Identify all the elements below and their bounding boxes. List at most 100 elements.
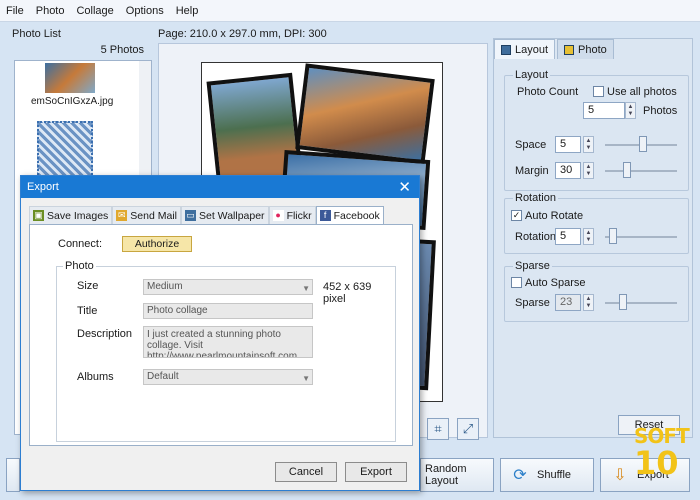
mail-icon: ✉ bbox=[116, 210, 128, 221]
cancel-button[interactable]: Cancel bbox=[275, 462, 337, 482]
title-label: Title bbox=[77, 305, 98, 317]
tab-layout[interactable]: Layout bbox=[494, 39, 556, 59]
use-all-checkbox[interactable] bbox=[593, 86, 604, 97]
export-dialog: Export ✕ ▣ Save Images ✉ Send Mail ▭ Set Wa… bbox=[20, 175, 420, 491]
auto-rotate-label: Auto Rotate bbox=[525, 210, 584, 222]
use-all-label: Use all photos bbox=[607, 86, 677, 98]
space-label: Space bbox=[515, 139, 547, 151]
menu-file[interactable]: File bbox=[6, 5, 24, 17]
photo-count-label: Photo Count bbox=[517, 86, 579, 98]
size-pixels: 452 x 639 pixel bbox=[323, 281, 372, 305]
tab-save-images[interactable]: ▣ Save Images bbox=[29, 206, 113, 224]
tab-label: Save Images bbox=[47, 209, 109, 222]
crop-icon[interactable]: ⌗ bbox=[427, 418, 449, 440]
photo-thumbnail-selected[interactable] bbox=[37, 121, 93, 179]
fit-icon[interactable]: ⤢ bbox=[457, 418, 479, 440]
facebook-panel: Connect: Authorize Photo Size Medium ▼ 4… bbox=[29, 224, 413, 446]
group-title: Photo bbox=[63, 260, 96, 272]
shuffle-button[interactable]: ⟳ Shuffle bbox=[500, 458, 594, 492]
photo-thumbnail[interactable] bbox=[45, 63, 95, 93]
page-info: Page: 210.0 x 297.0 mm, DPI: 300 bbox=[158, 28, 327, 40]
random-layout-label: Random Layout bbox=[425, 463, 467, 487]
margin-label: Margin bbox=[515, 165, 549, 177]
shuffle-icon: ⟳ bbox=[513, 467, 527, 484]
tab-label: Set Wallpaper bbox=[199, 209, 265, 222]
menu-options[interactable]: Options bbox=[126, 5, 164, 17]
sparse-input[interactable]: 23 bbox=[555, 294, 581, 311]
albums-value: Default bbox=[147, 371, 179, 382]
layout-icon bbox=[501, 44, 511, 55]
rotation-group: Rotation ✓ Auto Rotate Rotation 5 ▲ ▼ bbox=[504, 192, 689, 254]
group-title: Rotation bbox=[513, 192, 558, 204]
albums-select[interactable]: Default ▼ bbox=[143, 369, 313, 385]
margin-slider[interactable] bbox=[605, 170, 677, 172]
tab-label: Send Mail bbox=[130, 209, 177, 222]
auto-sparse-label: Auto Sparse bbox=[525, 277, 586, 289]
size-value: Medium bbox=[147, 281, 183, 292]
title-input[interactable]: Photo collage bbox=[143, 303, 313, 319]
size-select[interactable]: Medium ▼ bbox=[143, 279, 313, 295]
photo-icon bbox=[564, 44, 575, 55]
margin-slider-thumb[interactable] bbox=[623, 162, 631, 178]
sparse-slider-thumb[interactable] bbox=[619, 294, 627, 310]
flickr-icon: ● bbox=[272, 210, 284, 221]
photo-list-title: Photo List bbox=[12, 28, 61, 40]
photo-options-group: Photo Size Medium ▼ 452 x 639 pixel Titl… bbox=[56, 260, 396, 442]
rotation-input[interactable]: 5 bbox=[555, 228, 581, 245]
description-textarea[interactable]: I just created a stunning photo collage.… bbox=[143, 326, 313, 358]
menu-photo[interactable]: Photo bbox=[36, 5, 65, 17]
tab-label: Flickr bbox=[286, 209, 312, 222]
tab-set-wallpaper[interactable]: ▭ Set Wallpaper bbox=[181, 206, 269, 224]
authorize-button[interactable]: Authorize bbox=[122, 236, 192, 252]
hidden-toolbar-button[interactable] bbox=[6, 458, 20, 492]
tab-label: Photo bbox=[578, 43, 607, 56]
rotation-slider-thumb[interactable] bbox=[609, 228, 617, 244]
photo-count-input[interactable]: 5 bbox=[583, 102, 625, 119]
photo-count-spinner[interactable]: ▲ ▼ bbox=[625, 102, 636, 119]
margin-input[interactable]: 30 bbox=[555, 162, 581, 179]
tab-label: Facebook bbox=[333, 209, 380, 222]
photo-count: 5 Photos bbox=[100, 44, 144, 56]
tab-flickr[interactable]: ● Flickr bbox=[268, 206, 316, 224]
description-label: Description bbox=[77, 328, 133, 340]
dialog-titlebar[interactable]: Export ✕ bbox=[21, 176, 419, 198]
margin-spinner[interactable]: ▲ ▼ bbox=[583, 162, 594, 179]
save-images-icon: ▣ bbox=[33, 210, 44, 221]
albums-label: Albums bbox=[77, 371, 114, 383]
space-spinner[interactable]: ▲ ▼ bbox=[583, 136, 594, 153]
group-title: Sparse bbox=[513, 260, 552, 272]
space-slider-thumb[interactable] bbox=[639, 136, 647, 152]
export-icon: ⇩ bbox=[613, 467, 627, 484]
chevron-down-icon: ▼ bbox=[302, 374, 310, 383]
rotation-label: Rotation bbox=[515, 231, 556, 243]
tab-send-mail[interactable]: ✉ Send Mail bbox=[112, 206, 181, 224]
soft10-watermark: SOFT 10 bbox=[634, 424, 694, 490]
rotation-spinner[interactable]: ▲ ▼ bbox=[583, 228, 594, 245]
collage-photo[interactable] bbox=[295, 63, 435, 165]
sparse-group: Sparse Auto Sparse Sparse 23 ▲ ▼ bbox=[504, 260, 689, 322]
auto-sparse-checkbox[interactable] bbox=[511, 277, 522, 288]
settings-tabs: Layout Photo bbox=[494, 39, 616, 59]
photos-suffix: Photos bbox=[643, 105, 678, 117]
sparse-spinner[interactable]: ▲ ▼ bbox=[583, 294, 594, 311]
tab-facebook[interactable]: f Facebook bbox=[315, 206, 384, 224]
auto-rotate-checkbox[interactable]: ✓ bbox=[511, 210, 522, 221]
settings-panel: Layout Photo Layout Photo Count Use all … bbox=[493, 38, 693, 438]
connect-label: Connect: bbox=[58, 238, 103, 250]
dialog-title: Export bbox=[27, 181, 59, 193]
group-title: Layout bbox=[513, 69, 551, 81]
dialog-export-button[interactable]: Export bbox=[345, 462, 407, 482]
random-layout-button[interactable]: Random Layout bbox=[420, 458, 494, 492]
tab-label: Layout bbox=[515, 43, 549, 56]
space-input[interactable]: 5 bbox=[555, 136, 581, 153]
close-icon[interactable]: ✕ bbox=[398, 178, 411, 196]
menu-bar: File Photo Collage Options Help bbox=[0, 0, 700, 22]
shuffle-label: Shuffle bbox=[537, 469, 572, 481]
monitor-icon: ▭ bbox=[185, 210, 196, 221]
export-tabs: ▣ Save Images ✉ Send Mail ▭ Set Wallpaper ●… bbox=[29, 206, 384, 224]
menu-help[interactable]: Help bbox=[176, 5, 199, 17]
tab-photo[interactable]: Photo bbox=[557, 39, 614, 59]
sparse-slider[interactable] bbox=[605, 302, 677, 304]
menu-collage[interactable]: Collage bbox=[76, 5, 113, 17]
size-label: Size bbox=[77, 280, 99, 292]
